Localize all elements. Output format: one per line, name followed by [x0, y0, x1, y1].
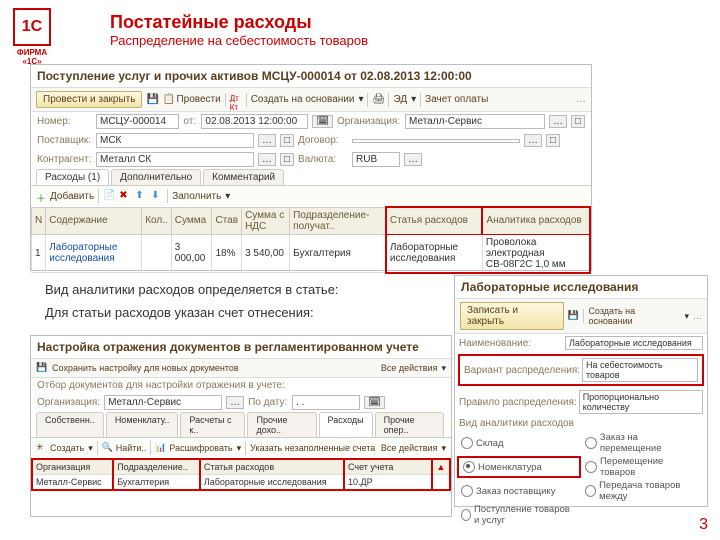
radio-sklad[interactable]: Склад — [457, 431, 581, 455]
find-button[interactable]: 🔍Найти.. — [102, 442, 147, 454]
tab-nomen[interactable]: Номенклату.. — [106, 412, 179, 437]
offset-button[interactable]: Зачет оплаты — [425, 94, 488, 105]
input-currency[interactable]: RUB — [352, 152, 400, 167]
tab-expenses[interactable]: Расходы (1) — [36, 169, 109, 185]
fill-button[interactable]: Заполнить — [172, 191, 221, 202]
radio-perem[interactable]: Перемещение товаров — [581, 455, 705, 479]
input-supplier[interactable]: МСК — [96, 133, 254, 148]
create-button[interactable]: ✳Создать — [36, 442, 84, 454]
table-row[interactable]: Металл-СервисБухгалтерия Лабораторные ис… — [32, 475, 450, 491]
search-icon: 🔍 — [102, 442, 114, 454]
tab-calc[interactable]: Расчеты с к.. — [180, 412, 245, 437]
save-close-button[interactable]: Записать и закрыть — [460, 302, 564, 330]
input-rule[interactable]: Пропорционально количеству — [579, 390, 703, 414]
input-org[interactable]: Металл-Сервис — [405, 114, 545, 129]
date-picker-icon[interactable]: 🗓 — [312, 115, 333, 128]
input-variant[interactable]: На себестоимость товаров — [582, 358, 698, 382]
post-and-close-button[interactable]: Провести и закрыть — [36, 91, 142, 108]
window-article: Лабораторные исследования Записать и зак… — [454, 275, 708, 507]
input-date[interactable]: 02.08.2013 12:00:00 — [201, 114, 308, 129]
setup-table: Организация Подразделение.. Статья расхо… — [31, 458, 451, 491]
save-setup-button[interactable]: Сохранить настройку для новых документов — [52, 363, 239, 373]
slide-notes: Вид аналитики расходов определяется в ст… — [45, 278, 339, 325]
copy-icon[interactable]: 📄 — [103, 190, 115, 202]
up-icon[interactable]: ⬆ — [135, 190, 147, 202]
decode-button[interactable]: 📊Расшифровать — [155, 442, 232, 454]
post-icon: 📋 — [162, 94, 174, 106]
input-name[interactable]: Лабораторные исследования — [565, 336, 703, 350]
radio-zakazp[interactable]: Заказ поставщику — [457, 479, 581, 503]
tab-exp[interactable]: Расходы — [319, 412, 373, 437]
expenses-table: NСодержаниеКол.. СуммаСтавСумма с НДС По… — [31, 206, 591, 274]
window-receipt: Поступление услуг и прочих активов МСЦУ-… — [30, 64, 592, 271]
new-icon: ✳ — [36, 442, 48, 454]
page-number: 3 — [699, 516, 708, 534]
input-number[interactable]: МСЦУ-000014 — [96, 114, 179, 129]
plus-icon: ＋ — [36, 190, 48, 202]
toolbar-main: Провести и закрыть 💾 📋Провести ДтКт Созд… — [31, 88, 591, 112]
radio-postup[interactable]: Поступление товаров и услуг — [457, 503, 581, 527]
ed-button[interactable]: ЭД — [393, 94, 407, 105]
tab-additional[interactable]: Дополнительно — [111, 169, 201, 185]
tab-other-inc[interactable]: Прочие дохо.. — [247, 412, 316, 437]
logo: 1C ФИРМА «1С» — [8, 8, 56, 66]
down-icon[interactable]: ⬇ — [151, 190, 163, 202]
tab-own[interactable]: Собственн.. — [36, 412, 104, 437]
radio-zakazper[interactable]: Заказ на перемещение — [581, 431, 705, 455]
save-icon[interactable]: 💾 — [36, 362, 48, 374]
window-setup-header: Настройка отражения документов в регламе… — [31, 336, 451, 359]
dtkt-icon[interactable]: ДтКт — [230, 94, 242, 106]
input-date3[interactable]: . . — [292, 395, 360, 410]
tab-comment[interactable]: Комментарий — [203, 169, 284, 185]
window-setup: Настройка отражения документов в регламе… — [30, 335, 452, 517]
radio-nomen[interactable]: Номенклатура — [457, 456, 581, 478]
add-button[interactable]: ＋Добавить — [36, 190, 94, 202]
unfilled-button[interactable]: Указать незаполненные счета — [250, 443, 375, 453]
tab-other-op[interactable]: Прочие опер.. — [375, 412, 444, 437]
create-based[interactable]: Создать на основании — [251, 94, 355, 105]
logo-mark: 1C — [13, 8, 51, 46]
window-receipt-header: Поступление услуг и прочих активов МСЦУ-… — [31, 65, 591, 88]
window-article-header: Лабораторные исследования — [455, 276, 707, 299]
print-icon[interactable]: 🖨 — [372, 94, 384, 106]
input-org3[interactable]: Металл-Сервис — [104, 395, 222, 410]
save-icon[interactable]: 💾 — [568, 310, 580, 322]
slide-title: Постатейные расходы Распределение на себ… — [110, 12, 368, 48]
radio-pered[interactable]: Передача товаров между — [581, 479, 705, 503]
table-row[interactable]: 1Лабораторные исследования 3 000,0018%3 … — [32, 234, 591, 273]
delete-icon[interactable]: ✖ — [119, 190, 131, 202]
create-based2[interactable]: Создать на основании — [588, 306, 680, 326]
post-button[interactable]: 📋Провести — [162, 94, 220, 106]
input-contract[interactable] — [352, 139, 520, 143]
all-actions[interactable]: Все действия — [381, 363, 438, 373]
save-icon[interactable]: 💾 — [146, 94, 158, 106]
label-number: Номер: — [37, 116, 92, 127]
input-agent[interactable]: Металл СК — [96, 152, 254, 167]
